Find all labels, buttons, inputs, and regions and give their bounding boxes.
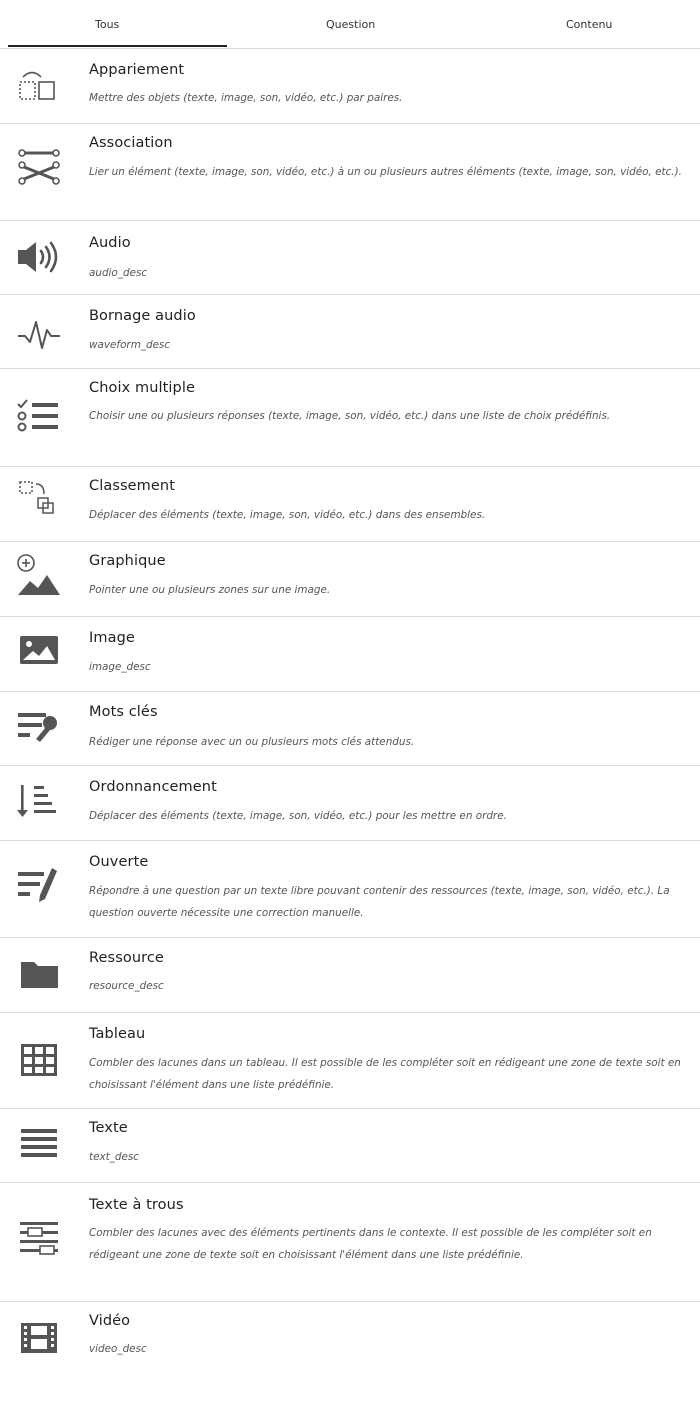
item-description: Lier un élément (texte, image, son, vidé… xyxy=(89,166,682,178)
item-title: Tableau xyxy=(89,1026,146,1042)
item-description: Combler des lacunes avec des éléments pe… xyxy=(89,1227,652,1261)
item-description: Déplacer des éléments (texte, image, son… xyxy=(89,509,486,521)
item-description: Pointer une ou plusieurs zones sur une i… xyxy=(89,584,331,596)
item-title: Ordonnancement xyxy=(89,779,217,795)
item-title: Graphique xyxy=(89,553,166,569)
waveform-icon xyxy=(12,308,66,356)
checklist-icon xyxy=(12,392,66,440)
item-title: Image xyxy=(89,630,135,646)
type-filter-tabs: Tous Question Contenu xyxy=(0,0,700,49)
list-item-bornage-audio[interactable]: Bornage audio waveform_desc xyxy=(0,294,700,369)
tab-question[interactable]: Question xyxy=(326,18,375,31)
list-item-texte[interactable]: Texte text_desc xyxy=(0,1108,700,1183)
association-icon xyxy=(12,143,66,191)
speaker-icon xyxy=(12,233,66,281)
folder-icon xyxy=(12,950,66,998)
item-description: Choisir une ou plusieurs réponses (texte… xyxy=(89,410,611,422)
item-description: Déplacer des éléments (texte, image, son… xyxy=(89,810,507,822)
image-icon xyxy=(12,626,66,674)
list-item-tableau[interactable]: Tableau Combler des lacunes dans un tabl… xyxy=(0,1012,700,1109)
list-item-association[interactable]: Association Lier un élément (texte, imag… xyxy=(0,123,700,221)
item-title: Appariement xyxy=(89,62,185,78)
pairing-icon xyxy=(12,59,66,107)
list-item-ordonnancement[interactable]: Ordonnancement Déplacer des éléments (te… xyxy=(0,765,700,841)
item-title: Mots clés xyxy=(89,704,158,720)
sorting-icon xyxy=(12,474,66,522)
list-item-audio[interactable]: Audio audio_desc xyxy=(0,220,700,295)
keywords-icon xyxy=(12,703,66,751)
tab-tous[interactable]: Tous xyxy=(95,18,119,31)
item-description: Mettre des objets (texte, image, son, vi… xyxy=(89,92,403,104)
list-item-classement[interactable]: Classement Déplacer des éléments (texte,… xyxy=(0,466,700,542)
list-item-video[interactable]: Vidéo video_desc xyxy=(0,1301,700,1409)
item-description: text_desc xyxy=(89,1151,139,1163)
item-description: waveform_desc xyxy=(89,339,171,351)
item-title: Ouverte xyxy=(89,854,149,870)
item-title: Classement xyxy=(89,478,175,494)
item-description: Répondre à une question par un texte lib… xyxy=(89,885,670,919)
list-item-mots-cles[interactable]: Mots clés Rédiger une réponse avec un ou… xyxy=(0,691,700,766)
item-description: Combler des lacunes dans un tableau. Il … xyxy=(89,1057,681,1091)
list-item-choix-multiple[interactable]: Choix multiple Choisir une ou plusieurs … xyxy=(0,368,700,467)
item-description: image_desc xyxy=(89,661,151,673)
item-title: Texte à trous xyxy=(89,1197,184,1213)
item-title: Choix multiple xyxy=(89,380,196,396)
list-item-image[interactable]: Image image_desc xyxy=(0,616,700,692)
item-description: video_desc xyxy=(89,1343,147,1355)
ordering-icon xyxy=(12,777,66,825)
item-description: resource_desc xyxy=(89,980,164,992)
fill-blanks-icon xyxy=(12,1214,66,1262)
text-lines-icon xyxy=(12,1119,66,1167)
item-title: Texte xyxy=(89,1120,128,1136)
list-item-texte-a-trous[interactable]: Texte à trous Combler des lacunes avec d… xyxy=(0,1182,700,1302)
list-item-ouverte[interactable]: Ouverte Répondre à une question par un t… xyxy=(0,840,700,938)
table-icon xyxy=(12,1036,66,1084)
item-description: audio_desc xyxy=(89,267,148,279)
item-title: Bornage audio xyxy=(89,308,196,324)
film-icon xyxy=(12,1315,66,1363)
active-tab-indicator xyxy=(8,45,227,47)
list-item-graphique[interactable]: Graphique Pointer une ou plusieurs zones… xyxy=(0,541,700,617)
item-description: Rédiger une réponse avec un ou plusieurs… xyxy=(89,736,415,748)
item-title: Ressource xyxy=(89,950,164,966)
tab-contenu[interactable]: Contenu xyxy=(566,18,612,31)
graphic-zone-icon xyxy=(12,551,66,599)
item-title: Vidéo xyxy=(89,1313,131,1329)
list-item-ressource[interactable]: Ressource resource_desc xyxy=(0,937,700,1013)
list-item-appariement[interactable]: Appariement Mettre des objets (texte, im… xyxy=(0,49,700,124)
open-question-icon xyxy=(12,862,66,910)
item-title: Association xyxy=(89,135,173,151)
item-title: Audio xyxy=(89,235,131,251)
